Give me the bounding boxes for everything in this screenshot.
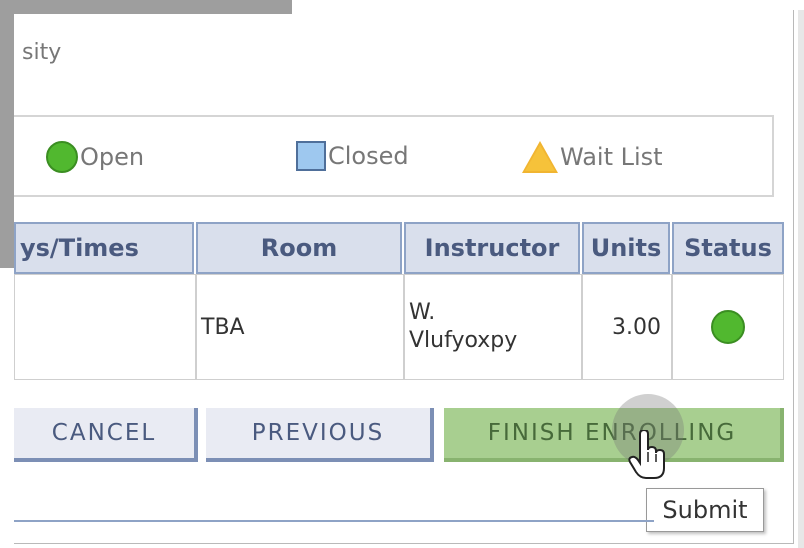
submit-tooltip: Submit: [646, 488, 764, 532]
legend-open-label: Open: [80, 143, 145, 171]
cell-units: 3.00: [582, 274, 672, 380]
bottom-divider: [14, 520, 654, 522]
legend-wait-list: Wait List: [522, 141, 663, 173]
hand-cursor-icon: [628, 430, 665, 479]
cancel-button[interactable]: Cancel: [14, 408, 198, 462]
legend-wait-list-label: Wait List: [560, 143, 663, 171]
wait-list-triangle-icon: [522, 141, 558, 173]
instructor-name: W. Vlufyoxpy: [409, 300, 518, 353]
cell-days-times: [14, 274, 196, 380]
open-circle-icon: [46, 141, 78, 173]
previous-button[interactable]: Previous: [206, 408, 434, 462]
legend-closed-label: Closed: [328, 142, 409, 170]
legend-closed: Closed: [296, 141, 409, 171]
header-status: Status: [672, 222, 784, 274]
cell-instructor: W. Vlufyoxpy: [404, 274, 582, 380]
cell-status: [672, 274, 784, 380]
header-units: Units: [582, 222, 670, 274]
open-status-icon: [711, 310, 745, 344]
cell-room: TBA: [196, 274, 404, 380]
window-frame-left: [0, 0, 14, 268]
header-room: Room: [196, 222, 402, 274]
header-instructor: Instructor: [404, 222, 580, 274]
legend-open: Open: [46, 141, 144, 173]
window-frame-right: [798, 10, 804, 548]
header-days-times: ys/Times: [14, 222, 194, 274]
status-legend: Open Closed Wait List: [14, 115, 774, 197]
university-name-fragment: sity: [22, 40, 62, 65]
closed-square-icon: [296, 141, 326, 171]
class-table: ys/Times Room Instructor Units Status TB…: [14, 222, 784, 382]
